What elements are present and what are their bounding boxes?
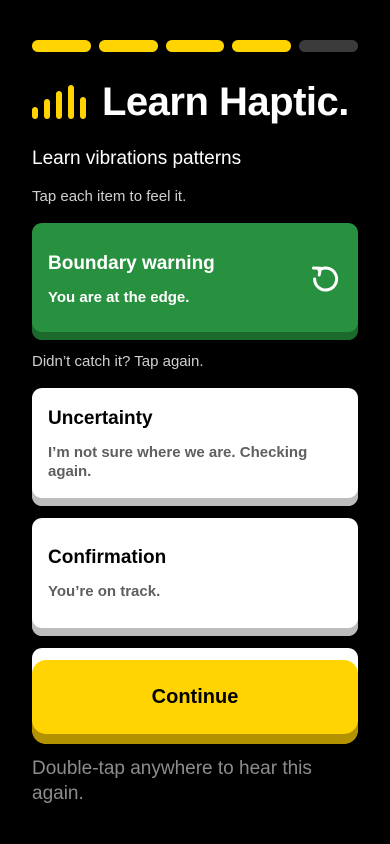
pattern-card-confirmation[interactable]: Confirmation You’re on track.	[32, 518, 358, 636]
brand-header: Learn Haptic.	[32, 80, 349, 124]
page-subtitle: Learn vibrations patterns	[32, 148, 242, 169]
progress-step-4	[232, 40, 292, 52]
app-title: Learn Haptic.	[102, 80, 349, 124]
continue-button[interactable]: Continue	[32, 660, 358, 744]
pattern-card-uncertainty[interactable]: Uncertainty I’m not sure where we are. C…	[32, 388, 358, 506]
footer-hint: Double-tap anywhere to hear this again.	[32, 758, 312, 804]
pattern-card-subtitle: You’re on track.	[48, 583, 161, 600]
progress-indicator	[32, 40, 358, 52]
progress-step-3	[165, 40, 225, 52]
pattern-card-title: Confirmation	[48, 547, 167, 568]
pattern-card-title: Boundary warning	[48, 253, 215, 274]
pattern-card-subtitle: You are at the edge.	[48, 289, 190, 306]
pattern-card-subtitle: I’m not sure where we are. Checking agai…	[48, 444, 308, 480]
retry-hint: Didn’t catch it? Tap again.	[32, 353, 204, 370]
progress-step-5	[299, 40, 358, 52]
pattern-card-boundary-warning[interactable]: Boundary warning You are at the edge.	[32, 223, 358, 340]
progress-step-2	[98, 40, 158, 52]
pattern-card-title: Uncertainty	[48, 408, 153, 429]
instruction-hint: Tap each item to feel it.	[32, 188, 187, 205]
haptic-bars-icon	[32, 85, 86, 119]
progress-step-1	[32, 40, 91, 52]
replay-icon[interactable]	[310, 263, 340, 293]
